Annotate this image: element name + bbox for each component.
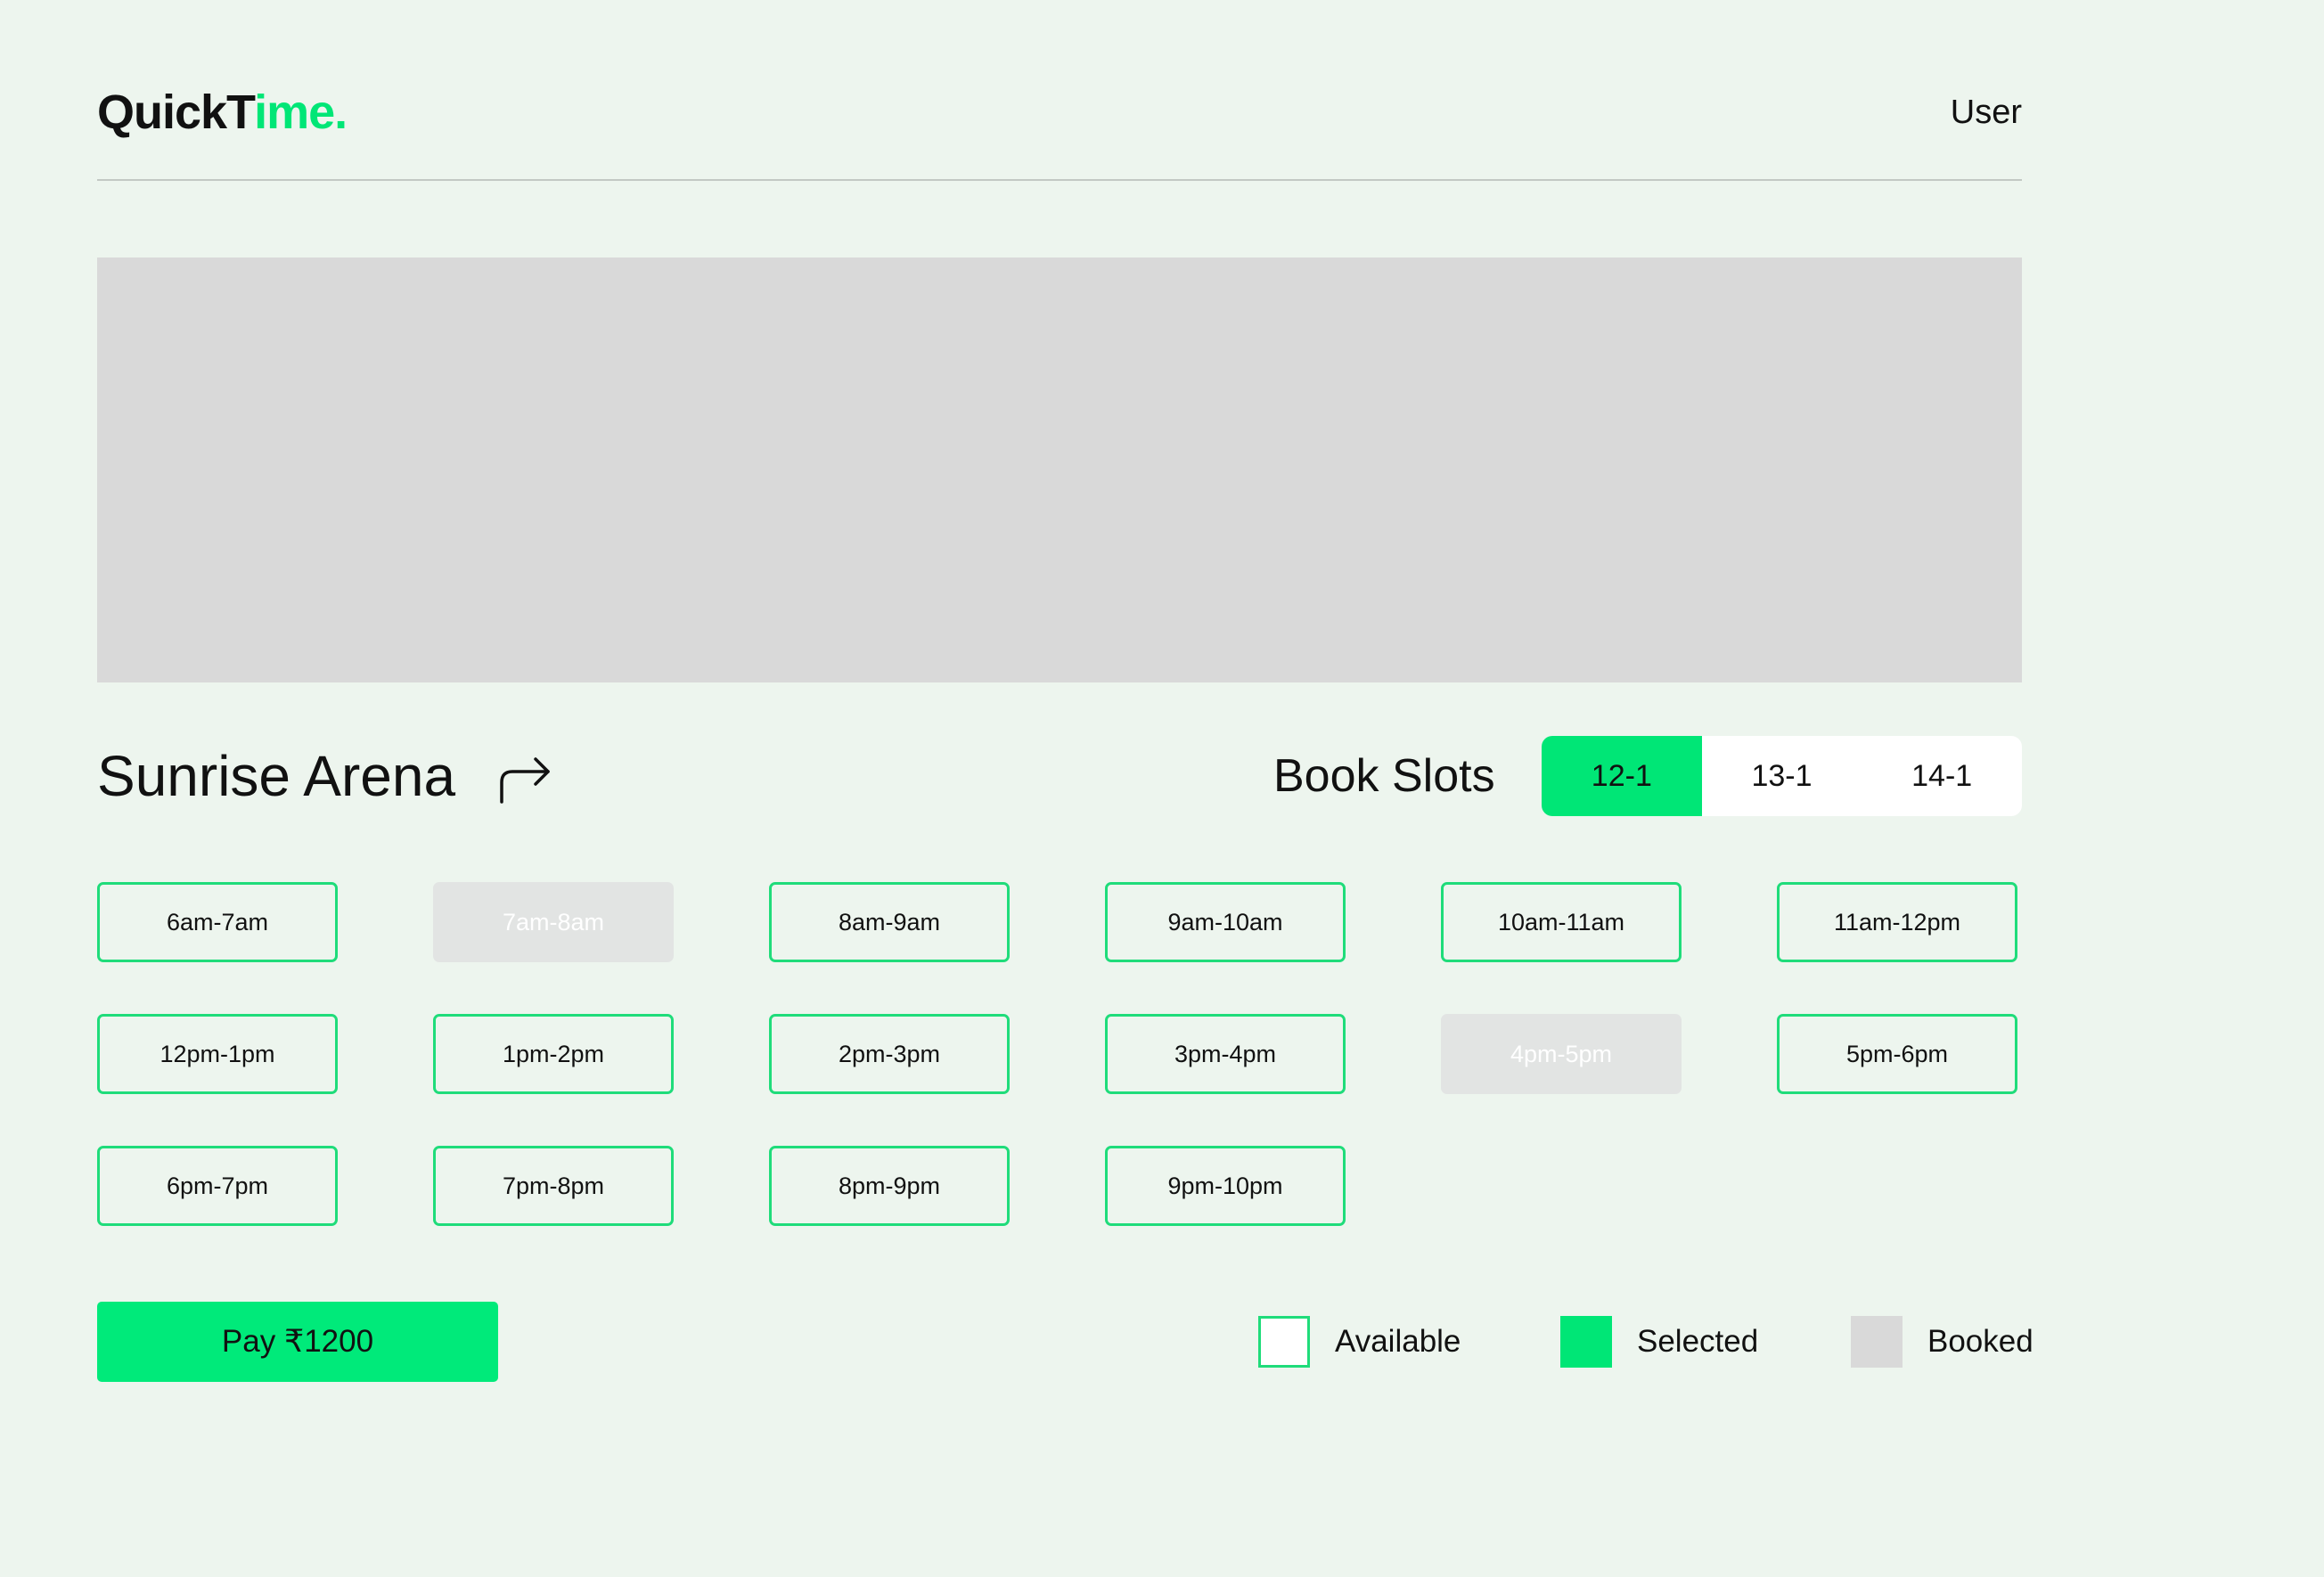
slot-grid: 6am-7am 7am-8am 8am-9am 9am-10am 10am-11am 11… — [97, 882, 2022, 1226]
legend-available: Available — [1258, 1315, 1461, 1369]
slot-2pm-3pm[interactable]: 2pm-3pm — [769, 1014, 1010, 1094]
slot-9pm-10pm[interactable]: 9pm-10pm — [1105, 1146, 1346, 1226]
slot-4pm-5pm: 4pm-5pm — [1441, 1014, 1682, 1094]
date-tabs: 12-1 13-1 14-1 — [1542, 736, 2022, 816]
slot-3pm-4pm[interactable]: 3pm-4pm — [1105, 1014, 1346, 1094]
slot-8am-9am[interactable]: 8am-9am — [769, 882, 1010, 962]
logo[interactable]: QuickTime. — [97, 80, 348, 144]
share-arrow-icon[interactable] — [496, 752, 555, 805]
venue-name: Sunrise Arena — [97, 744, 456, 808]
slot-7am-8am: 7am-8am — [433, 882, 674, 962]
slot-8pm-9pm[interactable]: 8pm-9pm — [769, 1146, 1010, 1226]
date-tab-13-1[interactable]: 13-1 — [1702, 736, 1862, 816]
header-divider — [97, 179, 2022, 181]
header: QuickTime. User — [97, 80, 2022, 144]
date-tab-14-1[interactable]: 14-1 — [1862, 736, 2022, 816]
logo-accent: ime. — [254, 86, 348, 139]
slot-1pm-2pm[interactable]: 1pm-2pm — [433, 1014, 674, 1094]
user-menu[interactable]: User — [1951, 80, 2022, 144]
slot-6pm-7pm[interactable]: 6pm-7pm — [97, 1146, 338, 1226]
legend-selected-swatch — [1560, 1316, 1612, 1368]
slot-9am-10am[interactable]: 9am-10am — [1105, 882, 1346, 962]
pay-button[interactable]: Pay ₹1200 — [97, 1302, 498, 1382]
legend-booked: Booked — [1851, 1315, 2034, 1369]
slot-11am-12pm[interactable]: 11am-12pm — [1777, 882, 2017, 962]
logo-main: QuickT — [97, 86, 255, 139]
venue-image-placeholder — [97, 257, 2022, 682]
slot-5pm-6pm[interactable]: 5pm-6pm — [1777, 1014, 2017, 1094]
legend-available-swatch — [1258, 1316, 1310, 1368]
legend-selected-label: Selected — [1637, 1324, 1759, 1359]
legend-available-label: Available — [1335, 1324, 1461, 1359]
venue-row: Sunrise Arena Book Slots 12-1 13-1 14-1 — [97, 736, 2022, 816]
slot-7pm-8pm[interactable]: 7pm-8pm — [433, 1146, 674, 1226]
slot-10am-11am[interactable]: 10am-11am — [1441, 882, 1682, 962]
legend-selected: Selected — [1560, 1315, 1758, 1369]
slot-6am-7am[interactable]: 6am-7am — [97, 882, 338, 962]
book-slots-title: Book Slots — [1273, 750, 1495, 802]
legend-booked-swatch — [1851, 1316, 1903, 1368]
slot-12pm-1pm[interactable]: 12pm-1pm — [97, 1014, 338, 1094]
legend-booked-label: Booked — [1927, 1324, 2034, 1359]
date-tab-12-1[interactable]: 12-1 — [1542, 736, 1702, 816]
